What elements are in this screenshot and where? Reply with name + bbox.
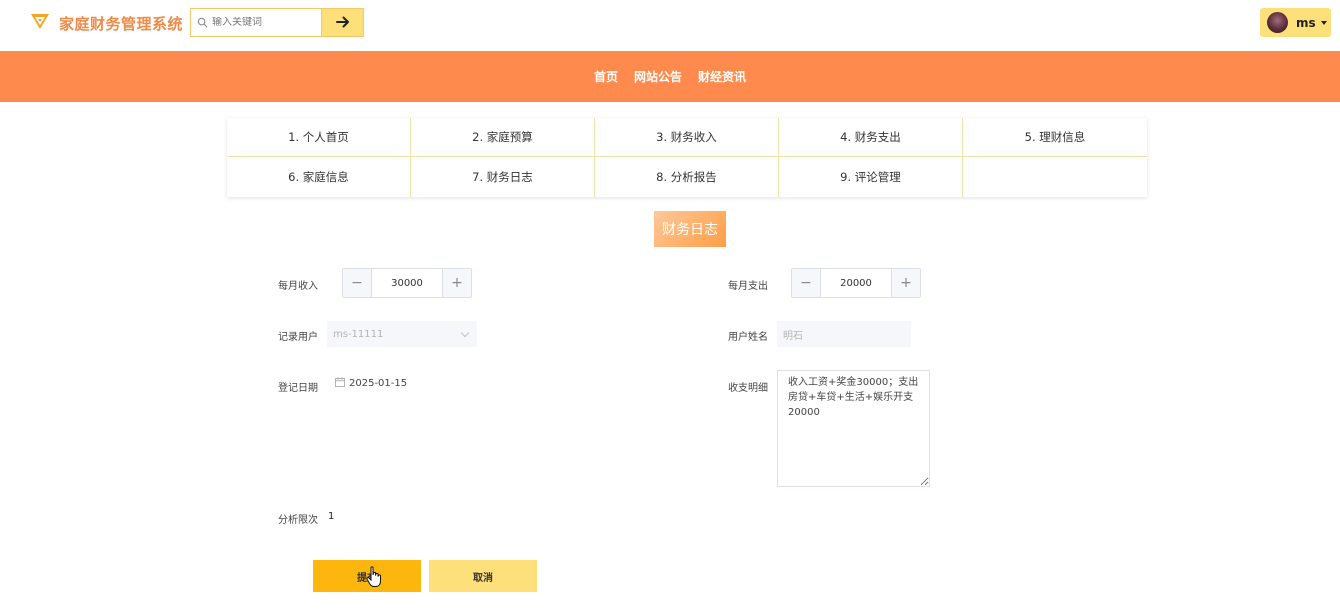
- menu-personal-home[interactable]: 1. 个人首页: [227, 118, 411, 157]
- analysis-count-value: 1: [328, 511, 335, 522]
- search-input[interactable]: [212, 17, 312, 28]
- menu-comment-management[interactable]: 9. 评论管理: [779, 157, 963, 197]
- header: 家庭财务管理系统 ms: [0, 0, 1340, 51]
- search-bar: [190, 8, 364, 37]
- arrow-right-icon: [335, 13, 350, 32]
- nav-finance-news[interactable]: 财经资讯: [698, 68, 746, 85]
- menu-family-info[interactable]: 6. 家庭信息: [227, 157, 411, 197]
- monthly-expense-stepper: − +: [791, 268, 921, 298]
- details-label: 收支明细: [728, 383, 768, 394]
- record-user-select[interactable]: ms-11111: [327, 321, 477, 347]
- monthly-expense-input[interactable]: [821, 269, 891, 297]
- cancel-button[interactable]: 取消: [429, 560, 537, 592]
- register-date-picker[interactable]: 2025-01-15: [335, 377, 407, 390]
- menu-finance-log[interactable]: 7. 财务日志: [411, 157, 595, 197]
- avatar: [1267, 12, 1288, 33]
- calendar-icon: [335, 377, 349, 390]
- menu-family-budget[interactable]: 2. 家庭预算: [411, 118, 595, 157]
- monthly-income-stepper: − +: [342, 268, 472, 298]
- monthly-income-input[interactable]: [372, 269, 442, 297]
- logo[interactable]: 家庭财务管理系统: [30, 11, 183, 35]
- search-button[interactable]: [321, 8, 364, 37]
- chevron-down-icon: [460, 328, 470, 338]
- menu-financial-income[interactable]: 3. 财务收入: [595, 118, 779, 157]
- menu-analysis-report[interactable]: 8. 分析报告: [595, 157, 779, 197]
- user-name-field[interactable]: 明石: [777, 321, 911, 347]
- app-title: 家庭财务管理系统: [59, 14, 184, 33]
- menu-empty-cell: [963, 157, 1147, 197]
- user-name: ms: [1296, 15, 1316, 30]
- search-icon: [197, 13, 208, 32]
- main-nav: 首页 网站公告 财经资讯: [0, 51, 1340, 102]
- nav-announcements[interactable]: 网站公告: [634, 68, 682, 85]
- decrement-button[interactable]: −: [343, 269, 372, 297]
- register-date-value: 2025-01-15: [349, 378, 408, 389]
- record-user-label: 记录用户: [278, 332, 318, 343]
- increment-button[interactable]: +: [442, 269, 471, 297]
- monthly-income-label: 每月收入: [278, 281, 318, 292]
- user-name-value: 明石: [783, 330, 803, 342]
- submit-button[interactable]: 提交: [313, 560, 421, 592]
- search-box: [190, 8, 321, 37]
- register-date-label: 登记日期: [278, 383, 318, 394]
- user-name-label: 用户姓名: [728, 332, 768, 343]
- section-title: 财务日志: [654, 211, 726, 247]
- increment-button[interactable]: +: [891, 269, 920, 297]
- nav-home[interactable]: 首页: [594, 68, 618, 85]
- paper-plane-icon: [30, 11, 50, 35]
- record-user-value: ms-11111: [333, 328, 384, 340]
- caret-down-icon: [1320, 20, 1327, 25]
- menu-wealth-info[interactable]: 5. 理财信息: [963, 118, 1147, 157]
- user-menu[interactable]: ms: [1260, 8, 1331, 37]
- function-menu: 1. 个人首页 2. 家庭预算 3. 财务收入 4. 财务支出 5. 理财信息 …: [227, 118, 1147, 197]
- analysis-count-label: 分析限次: [278, 515, 318, 526]
- decrement-button[interactable]: −: [792, 269, 821, 297]
- menu-financial-expense[interactable]: 4. 财务支出: [779, 118, 963, 157]
- details-textarea[interactable]: 收入工资+奖金30000；支出房贷+车贷+生活+娱乐开支20000: [777, 370, 930, 487]
- monthly-expense-label: 每月支出: [728, 281, 768, 292]
